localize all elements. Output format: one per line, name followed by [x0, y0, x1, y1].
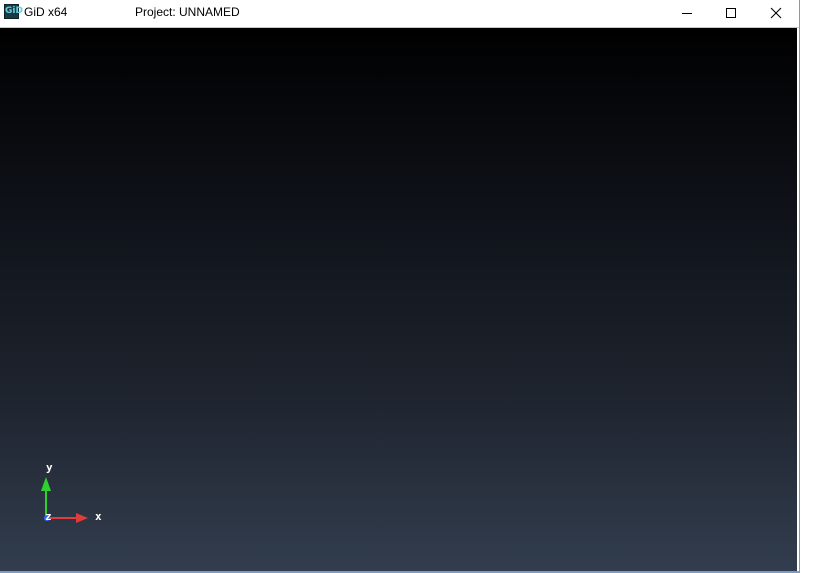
app-name: GiD x64 — [24, 5, 68, 19]
minimize-icon — [681, 12, 692, 14]
gid-window: GiD GiD x64 Project: UNNAMED y x z — [0, 0, 800, 573]
y-axis-arrow — [41, 477, 51, 491]
minimize-button[interactable] — [664, 0, 709, 25]
gid-app-icon[interactable]: GiD — [4, 4, 23, 19]
maximize-icon — [725, 7, 736, 18]
project-title: Project: UNNAMED — [135, 5, 240, 19]
close-icon — [770, 7, 781, 18]
title-bar[interactable]: GiD GiD x64 Project: UNNAMED — [0, 0, 799, 28]
x-axis-label: x — [95, 510, 102, 523]
y-axis-label: y — [46, 461, 53, 474]
axis-triad: y x z — [41, 461, 102, 523]
x-axis-arrow — [76, 513, 88, 523]
maximize-button[interactable] — [708, 0, 753, 25]
z-axis-label: z — [45, 510, 52, 523]
close-button[interactable] — [753, 0, 798, 25]
